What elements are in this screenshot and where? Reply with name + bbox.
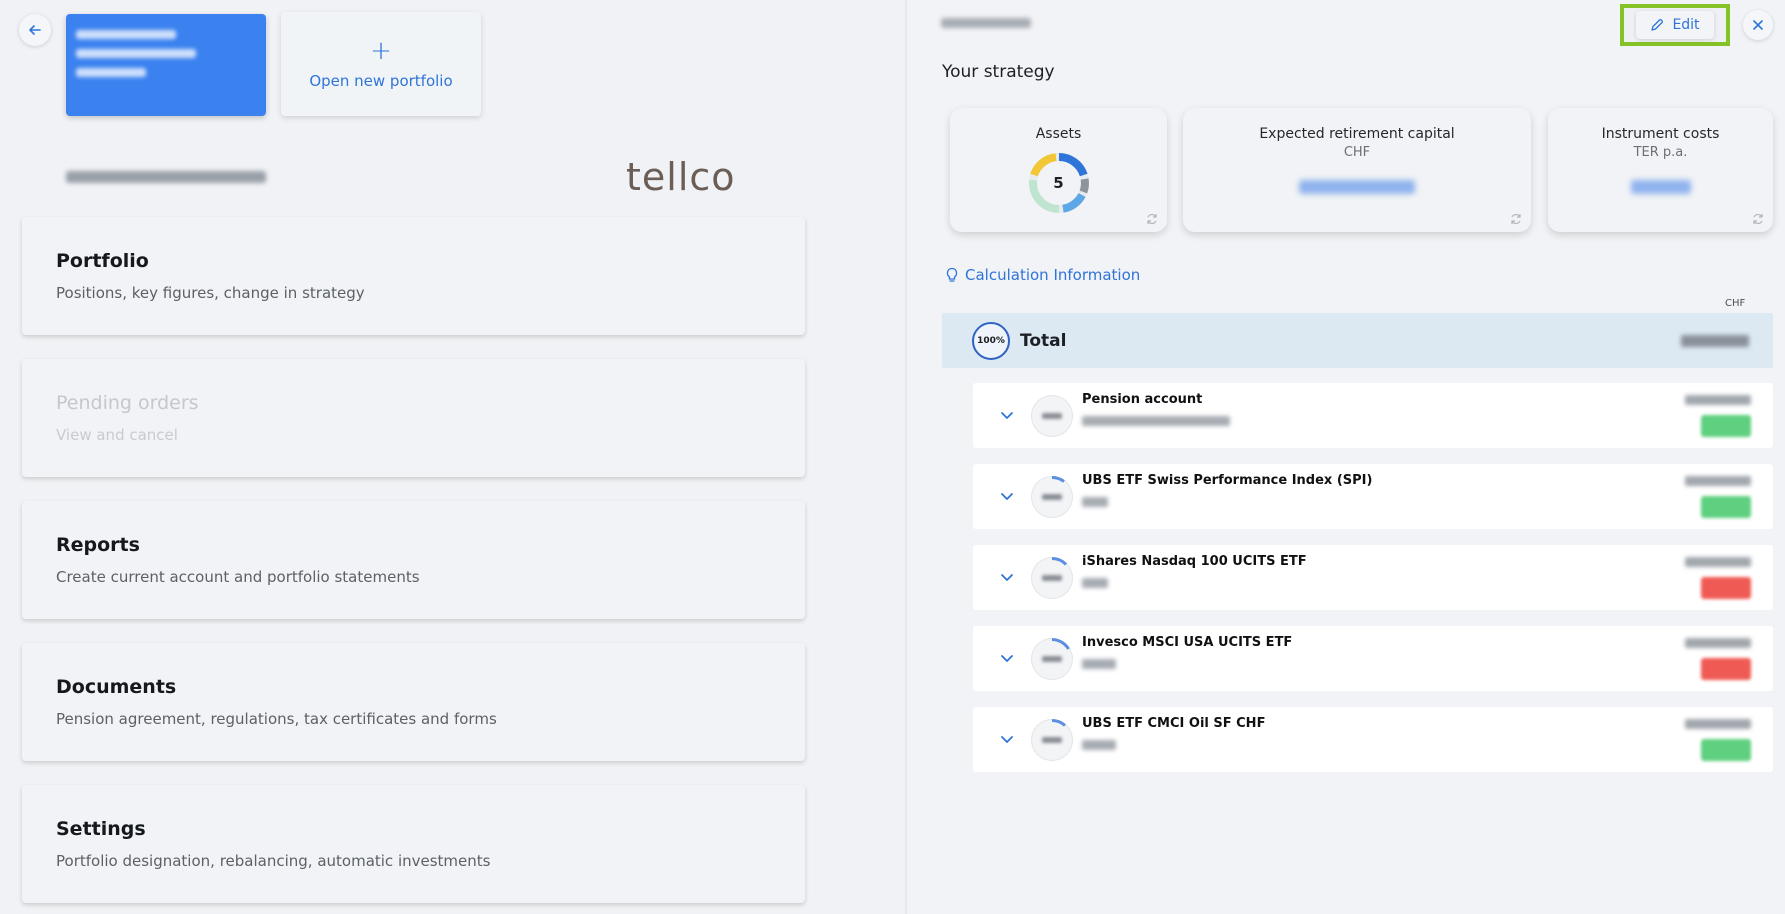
portfolio-card-value-redacted: [76, 49, 196, 58]
instrument-costs-subtitle: TER p.a.: [1633, 145, 1688, 160]
position-detail-redacted: [1082, 740, 1116, 750]
position-row[interactable]: UBS ETF CMCI Oil SF CHF: [973, 707, 1773, 772]
strategy-detail-pane: Edit Your strategy Assets 5 Expected ret…: [907, 0, 1785, 914]
chevron-down-icon[interactable]: [999, 569, 1015, 585]
menu-item-portfolio[interactable]: Portfolio Positions, key figures, change…: [22, 217, 805, 335]
position-name: iShares Nasdaq 100 UCITS ETF: [1082, 554, 1307, 569]
performance-badge: [1701, 658, 1751, 680]
close-icon: [1753, 20, 1763, 30]
retirement-capital-title: Expected retirement capital: [1259, 126, 1455, 142]
position-value-redacted: [1685, 557, 1751, 567]
asset-allocation-donut: 5: [1026, 150, 1092, 216]
chevron-down-icon[interactable]: [999, 407, 1015, 423]
provider-logo: tellco: [626, 155, 736, 199]
position-allocation-icon: [1031, 557, 1073, 599]
menu-item-pending-orders: Pending orders View and cancel: [22, 359, 805, 477]
edit-button[interactable]: Edit: [1636, 11, 1714, 39]
position-name: UBS ETF CMCI Oil SF CHF: [1082, 716, 1266, 731]
total-value-redacted: [1681, 335, 1749, 347]
portfolio-navigation-pane: + Open new portfolio tellco Portfolio Po…: [0, 0, 905, 914]
back-button[interactable]: [19, 14, 51, 46]
instrument-costs-value-redacted: [1630, 180, 1691, 194]
retirement-capital-stat-card[interactable]: Expected retirement capital CHF: [1183, 108, 1531, 232]
menu-item-subtitle: View and cancel: [56, 426, 178, 444]
portfolio-card-name-redacted: [76, 30, 176, 39]
pension-solution-name-redacted: [66, 171, 266, 183]
portfolio-name-redacted: [941, 18, 1031, 28]
retirement-capital-currency: CHF: [1343, 145, 1371, 160]
refresh-icon: [1147, 213, 1157, 225]
section-title: Your strategy: [942, 62, 1055, 82]
pencil-icon: [1651, 19, 1664, 31]
position-name: Invesco MSCI USA UCITS ETF: [1082, 635, 1293, 650]
total-percent-circle: 100%: [972, 321, 1010, 360]
chevron-down-icon[interactable]: [999, 731, 1015, 747]
open-new-portfolio-button[interactable]: + Open new portfolio: [281, 12, 481, 116]
menu-item-reports[interactable]: Reports Create current account and portf…: [22, 501, 805, 619]
instrument-costs-stat-card[interactable]: Instrument costs TER p.a.: [1548, 108, 1773, 232]
position-row[interactable]: Invesco MSCI USA UCITS ETF: [973, 626, 1773, 691]
edit-button-highlight: Edit: [1620, 4, 1730, 46]
performance-badge: [1701, 415, 1751, 437]
position-allocation-icon: [1031, 395, 1073, 437]
position-value-redacted: [1685, 638, 1751, 648]
position-value-redacted: [1685, 395, 1751, 405]
lightbulb-icon: [946, 267, 958, 282]
menu-item-title: Documents: [56, 676, 177, 698]
refresh-icon: [1753, 213, 1763, 225]
assets-stat-card[interactable]: Assets 5: [950, 108, 1167, 232]
menu-item-title: Pending orders: [56, 392, 199, 414]
portfolio-card-number-redacted: [76, 68, 146, 77]
position-allocation-icon: [1031, 638, 1073, 680]
arrow-left-icon: [29, 25, 41, 35]
position-detail-redacted: [1082, 659, 1116, 669]
menu-item-subtitle: Portfolio designation, rebalancing, auto…: [56, 852, 491, 870]
position-detail-redacted: [1082, 416, 1230, 426]
menu-item-title: Portfolio: [56, 250, 149, 272]
position-name: UBS ETF Swiss Performance Index (SPI): [1082, 473, 1373, 488]
menu-item-documents[interactable]: Documents Pension agreement, regulations…: [22, 643, 805, 761]
menu-item-subtitle: Positions, key figures, change in strate…: [56, 284, 365, 302]
performance-badge: [1701, 496, 1751, 518]
plus-icon: +: [370, 36, 392, 66]
currency-label: CHF: [1725, 298, 1746, 309]
open-new-portfolio-label: Open new portfolio: [309, 72, 453, 90]
menu-item-subtitle: Create current account and portfolio sta…: [56, 568, 420, 586]
position-allocation-icon: [1031, 719, 1073, 761]
refresh-icon: [1511, 213, 1521, 225]
position-allocation-icon: [1031, 476, 1073, 518]
position-row[interactable]: Pension account: [973, 383, 1773, 448]
performance-badge: [1701, 739, 1751, 761]
position-value-redacted: [1685, 719, 1751, 729]
position-row[interactable]: iShares Nasdaq 100 UCITS ETF: [973, 545, 1773, 610]
chevron-down-icon[interactable]: [999, 650, 1015, 666]
retirement-capital-value-redacted: [1299, 180, 1415, 194]
edit-label: Edit: [1672, 17, 1700, 33]
menu-item-title: Settings: [56, 818, 146, 840]
performance-badge: [1701, 577, 1751, 599]
calculation-information-label: Calculation Information: [965, 266, 1141, 284]
position-value-redacted: [1685, 476, 1751, 486]
position-detail-redacted: [1082, 578, 1108, 588]
close-button[interactable]: [1743, 10, 1773, 40]
total-label: Total: [1020, 330, 1067, 351]
instrument-costs-title: Instrument costs: [1601, 126, 1720, 142]
assets-stat-title: Assets: [1035, 126, 1082, 142]
chevron-down-icon[interactable]: [999, 488, 1015, 504]
current-portfolio-card[interactable]: [66, 14, 266, 116]
position-detail-redacted: [1082, 497, 1108, 507]
menu-item-subtitle: Pension agreement, regulations, tax cert…: [56, 710, 497, 728]
menu-item-title: Reports: [56, 534, 140, 556]
position-row[interactable]: UBS ETF Swiss Performance Index (SPI): [973, 464, 1773, 529]
asset-count: 5: [1053, 174, 1064, 192]
position-name: Pension account: [1082, 392, 1203, 407]
calculation-information-link[interactable]: Calculation Information: [945, 266, 1140, 284]
menu-item-settings[interactable]: Settings Portfolio designation, rebalanc…: [22, 785, 805, 903]
total-row: 100% Total: [942, 313, 1773, 368]
